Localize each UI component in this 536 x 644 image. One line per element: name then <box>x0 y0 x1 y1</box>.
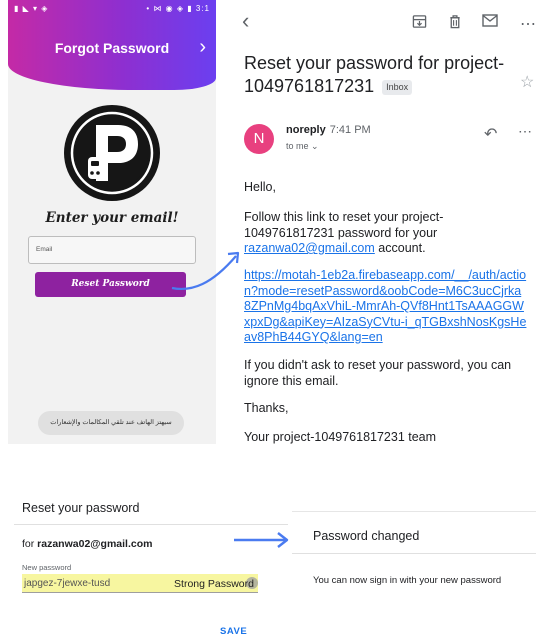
instruction-suffix: account. <box>374 241 426 255</box>
sender-line: noreply 7:41 PM <box>286 124 371 136</box>
new-password-input[interactable]: japgez-7jewxe-tusd Strong Password <box>22 574 258 593</box>
delete-icon[interactable] <box>448 14 462 34</box>
instruction-paragraph: Follow this link to reset your project-1… <box>244 210 528 257</box>
mail-icon[interactable] <box>482 14 498 32</box>
reset-password-link[interactable]: https://motah-1eb2a.firebaseapp.com/__/a… <box>244 268 528 346</box>
recipient-email-link[interactable]: razanwa02@gmail.com <box>244 241 375 255</box>
instruction-text: Follow this link to reset your project-1… <box>244 210 444 240</box>
status-icons-left: ▮ ◣ ▾ ◈ <box>14 4 49 13</box>
message-more-icon[interactable]: ⋯ <box>518 123 532 140</box>
password-changed-message: You can now sign in with your new passwo… <box>313 575 502 586</box>
reset-password-button[interactable]: Reset Password <box>35 272 186 297</box>
page-title: Forgot Password <box>54 40 170 56</box>
email-placeholder: Email <box>36 246 53 253</box>
more-options-icon[interactable]: ⋯ <box>520 14 536 34</box>
sender-name: noreply <box>286 124 326 136</box>
divider <box>292 553 536 554</box>
chevron-right-icon[interactable]: › <box>199 36 206 59</box>
new-password-label: New password <box>22 563 72 572</box>
email-subject: Reset your password for project-10497618… <box>244 52 514 98</box>
arrow-to-confirmation-icon <box>234 532 289 548</box>
password-changed-title: Password changed <box>313 529 420 543</box>
star-icon[interactable]: ☆ <box>520 72 534 92</box>
new-password-value: japgez-7jewxe-tusd <box>24 578 111 589</box>
status-bar: ▮ ◣ ▾ ◈ • ⋈ ◉ ◈ ▮ 3:1 <box>8 0 216 18</box>
save-button[interactable]: SAVE <box>220 626 247 637</box>
subject-text: Reset your password for project-10497618… <box>244 53 505 96</box>
gmail-message-view: ‹ ⋯ Reset your password for project-1049… <box>232 0 536 450</box>
recipient-details-toggle[interactable]: to me ⌄ <box>286 141 319 152</box>
reply-icon[interactable]: ↶ <box>484 124 497 144</box>
forgot-password-screen: ▮ ◣ ▾ ◈ • ⋈ ◉ ◈ ▮ 3:1 Forgot Password › … <box>8 0 216 444</box>
thanks-text: Thanks, <box>244 401 289 415</box>
greeting-text: Hello, <box>244 180 276 194</box>
reset-dialog-title: Reset your password <box>22 501 140 515</box>
divider <box>292 511 536 512</box>
password-strength-label: Strong Password <box>174 578 254 590</box>
sender-avatar: N <box>244 124 274 154</box>
inbox-label-badge[interactable]: Inbox <box>382 79 413 95</box>
enter-email-heading: Enter your email! <box>45 210 179 226</box>
status-icons-right: • ⋈ ◉ ◈ ▮ 3:1 <box>146 4 210 13</box>
ignore-notice-text: If you didn't ask to reset your password… <box>244 358 512 388</box>
sent-time: 7:41 PM <box>329 124 371 136</box>
divider <box>14 524 288 525</box>
parking-logo-icon <box>64 105 160 201</box>
back-arrow-icon[interactable]: ‹ <box>242 8 249 34</box>
toast-message: سيهتز الهاتف عند تلقي المكالمات والإشعار… <box>38 411 184 435</box>
signature-text: Your project-1049761817231 team <box>244 430 437 444</box>
archive-icon[interactable] <box>412 14 427 34</box>
account-email-line: for razanwa02@gmail.com <box>22 538 152 550</box>
for-prefix: for <box>22 538 38 550</box>
account-email: razanwa02@gmail.com <box>37 538 153 550</box>
